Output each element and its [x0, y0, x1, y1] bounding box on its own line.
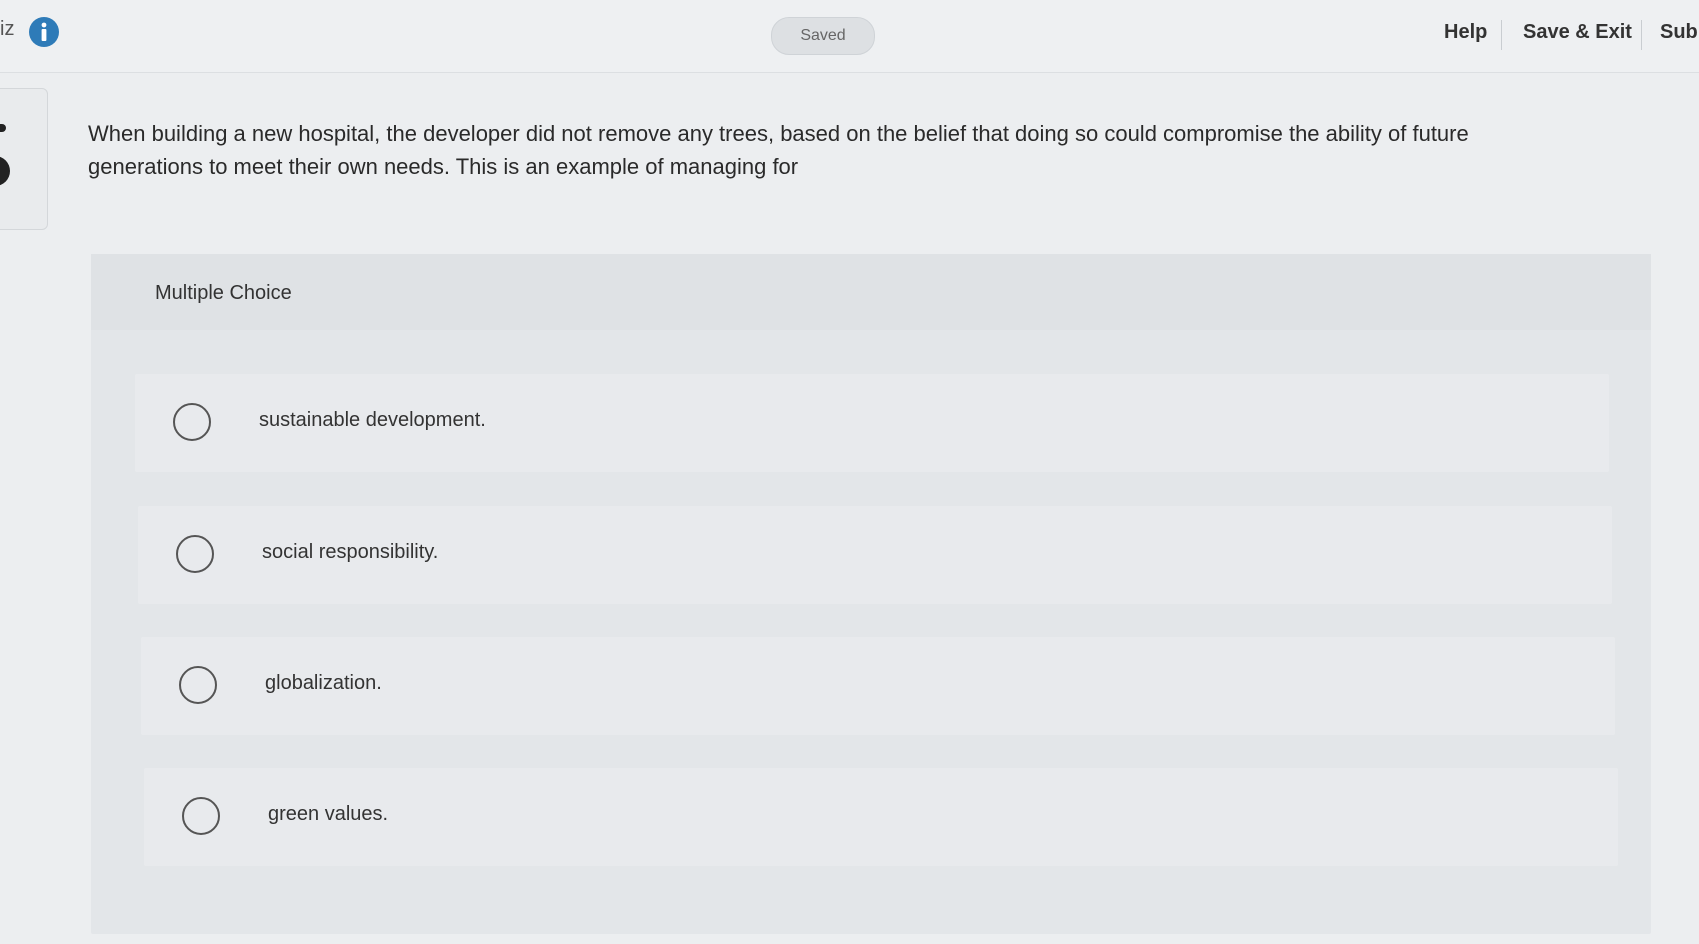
- answer-option-label: sustainable development.: [259, 409, 486, 431]
- answer-option[interactable]: green values.: [144, 768, 1618, 866]
- answer-option[interactable]: globalization.: [141, 637, 1615, 735]
- question-type-label: Multiple Choice: [155, 282, 292, 304]
- answer-option-label: social responsibility.: [262, 541, 439, 563]
- answer-area-header: Multiple Choice: [91, 254, 1651, 330]
- answer-option[interactable]: sustainable development.: [135, 374, 1609, 472]
- radio-button[interactable]: [179, 666, 217, 704]
- answer-option-label: green values.: [268, 803, 389, 825]
- radio-button[interactable]: [173, 403, 211, 441]
- top-bar: iz Saved Help Save & Exit Sub: [0, 0, 1699, 73]
- answer-area: Multiple Choice sustainable development.…: [91, 254, 1651, 934]
- help-link[interactable]: Help: [1444, 21, 1487, 44]
- radio-button[interactable]: [182, 797, 220, 835]
- submit-link[interactable]: Sub: [1660, 21, 1698, 44]
- saved-status-badge: Saved: [771, 17, 875, 55]
- nav-divider: [1501, 20, 1502, 50]
- side-panel[interactable]: [0, 88, 48, 230]
- question-text: When building a new hospital, the develo…: [88, 121, 1469, 179]
- info-icon[interactable]: [28, 16, 60, 48]
- radio-button[interactable]: [176, 535, 214, 573]
- nav-divider: [1641, 20, 1642, 50]
- answer-option[interactable]: social responsibility.: [138, 506, 1612, 604]
- quiz-title-fragment: iz: [0, 18, 15, 40]
- answer-option-label: globalization.: [265, 672, 382, 694]
- save-exit-link[interactable]: Save & Exit: [1523, 21, 1632, 44]
